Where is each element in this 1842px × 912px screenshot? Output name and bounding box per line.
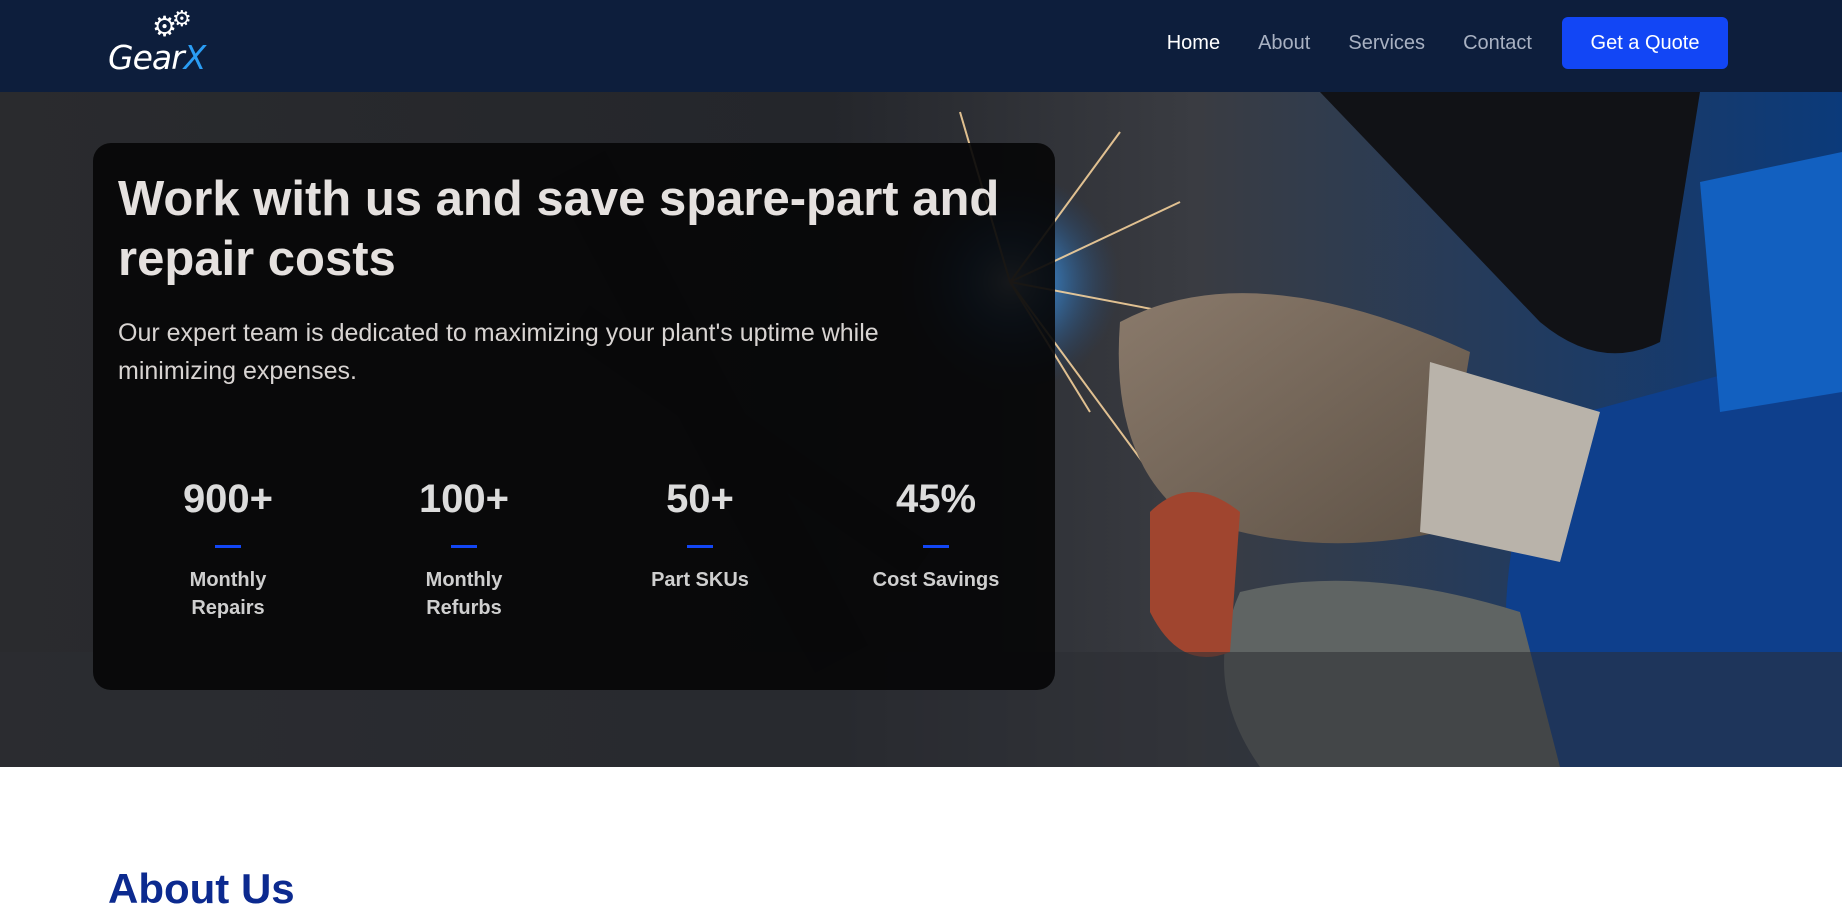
nav-about[interactable]: About <box>1258 28 1310 58</box>
stat-label: Cost Savings <box>872 569 1000 591</box>
stat-value: 900+ <box>182 477 274 521</box>
main-nav: Home About Services Contact <box>1167 28 1532 58</box>
stat-value: 50+ <box>666 477 734 521</box>
brand-wordmark: GearX <box>108 38 206 77</box>
stat-cost-savings: 45% Cost Savings <box>826 473 1046 594</box>
stat-accent-bar <box>215 545 241 548</box>
hero-section: Work with us and save spare-part and rep… <box>0 92 1842 767</box>
brand-logo[interactable]: ⚙ ⚙ GearX <box>108 6 218 80</box>
nav-home[interactable]: Home <box>1167 28 1220 58</box>
stat-part-skus: 50+ Part SKUs <box>590 473 810 594</box>
stat-label: Part SKUs <box>651 569 749 591</box>
about-section-title: About Us <box>108 865 295 912</box>
stat-monthly-refurbs: 100+ Monthly Refurbs <box>354 473 574 622</box>
stat-label: Monthly Repairs <box>189 569 267 619</box>
gear-small-icon: ⚙ <box>172 6 192 31</box>
site-header: ⚙ ⚙ GearX Home About Services Contact Ge… <box>0 0 1842 92</box>
stat-accent-bar <box>923 545 949 548</box>
nav-services[interactable]: Services <box>1348 28 1425 58</box>
stat-monthly-repairs: 900+ Monthly Repairs <box>118 473 338 622</box>
stats-row: 900+ Monthly Repairs 100+ Monthly Refurb… <box>118 473 1058 633</box>
stat-accent-bar <box>451 545 477 548</box>
stat-accent-bar <box>687 545 713 548</box>
stat-label: Monthly Refurbs <box>425 569 503 619</box>
nav-contact[interactable]: Contact <box>1463 28 1532 58</box>
hero-title: Work with us and save spare-part and rep… <box>118 172 1000 286</box>
hero-overlay-card: Work with us and save spare-part and rep… <box>93 143 1055 690</box>
stat-value: 45% <box>895 477 977 521</box>
stat-value: 100+ <box>418 477 510 521</box>
get-quote-button[interactable]: Get a Quote <box>1562 17 1728 69</box>
hero-subtitle: Our expert team is dedicated to maximizi… <box>118 319 879 385</box>
